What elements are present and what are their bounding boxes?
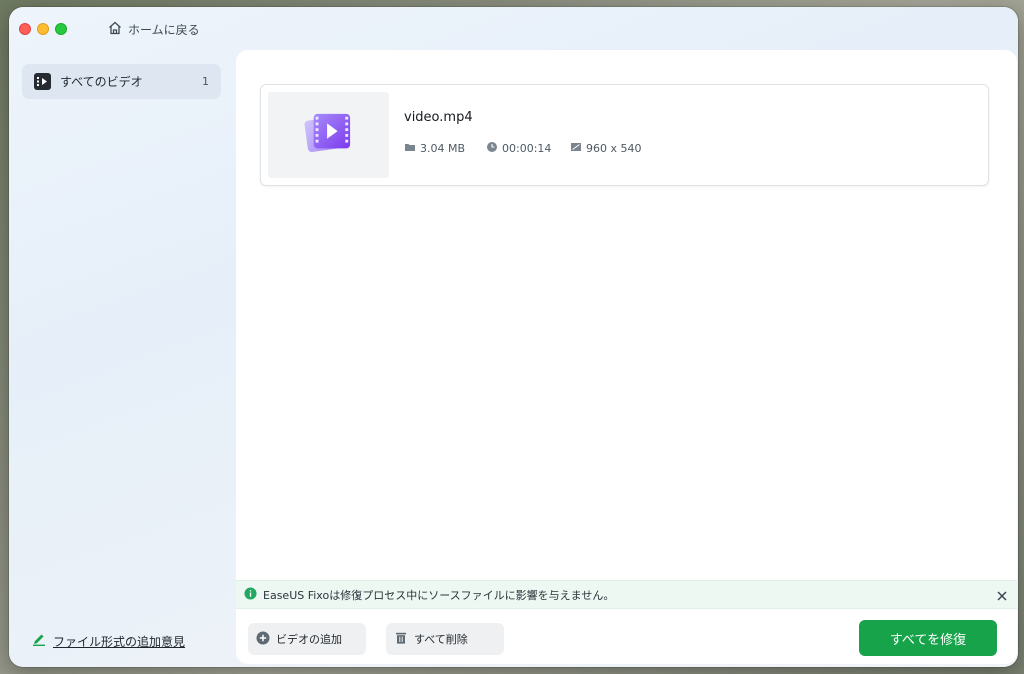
- clock-icon: [486, 141, 498, 156]
- notice-text: EaseUS Fixoは修復プロセス中にソースファイルに影響を与えません。: [263, 588, 615, 602]
- back-home-button[interactable]: ホームに戻る: [107, 18, 200, 40]
- file-resolution-value: 960 x 540: [586, 142, 642, 155]
- titlebar: ホームに戻る: [9, 7, 1018, 51]
- minimize-window-button[interactable]: [37, 23, 49, 35]
- edit-pen-icon: [31, 631, 47, 651]
- add-video-button[interactable]: ビデオの追加: [248, 623, 366, 655]
- file-resolution: 960 x 540: [570, 141, 642, 156]
- file-size-value: 3.04 MB: [420, 142, 466, 155]
- close-icon[interactable]: [995, 588, 1009, 602]
- feedback-label: ファイル形式の追加意見: [53, 634, 186, 649]
- back-home-label: ホームに戻る: [128, 22, 200, 37]
- plus-circle-icon: [256, 631, 270, 648]
- close-window-button[interactable]: [19, 23, 31, 35]
- resolution-icon: [570, 141, 582, 156]
- video-file-icon: [304, 110, 354, 160]
- file-name: video.mp4: [404, 110, 473, 125]
- folder-icon: [404, 141, 416, 156]
- info-icon: [244, 585, 257, 604]
- delete-all-label: すべて削除: [414, 633, 468, 646]
- file-duration: 00:00:14: [486, 141, 551, 156]
- zoom-window-button[interactable]: [55, 23, 67, 35]
- file-format-feedback-link[interactable]: ファイル形式の追加意見: [31, 631, 185, 651]
- video-list-icon: [34, 73, 51, 90]
- repair-all-button[interactable]: すべてを修復: [859, 620, 997, 656]
- video-file-card[interactable]: video.mp4 3.04 MB 00:00:14 960 x 540: [260, 84, 989, 186]
- trash-icon: [394, 631, 408, 648]
- repair-all-label: すべてを修復: [889, 632, 967, 648]
- add-video-label: ビデオの追加: [276, 633, 342, 646]
- file-duration-value: 00:00:14: [502, 142, 552, 155]
- file-size: 3.04 MB: [404, 141, 465, 156]
- delete-all-button[interactable]: すべて削除: [386, 623, 504, 655]
- sidebar-item-label: すべてのビデオ: [60, 75, 143, 89]
- video-thumbnail: [268, 92, 389, 178]
- info-notice-bar: EaseUS Fixoは修復プロセス中にソースファイルに影響を与えません。: [236, 580, 1017, 609]
- home-icon: [107, 20, 123, 39]
- app-window: ホームに戻る すべてのビデオ 1 ファイル形式の追加意見 video.mp4 3…: [9, 7, 1018, 667]
- main-panel: video.mp4 3.04 MB 00:00:14 960 x 540 Eas…: [236, 50, 1017, 664]
- sidebar-item-all-videos[interactable]: すべてのビデオ 1: [22, 64, 221, 99]
- sidebar-item-count: 1: [202, 75, 209, 88]
- sidebar: すべてのビデオ 1 ファイル形式の追加意見: [9, 51, 235, 667]
